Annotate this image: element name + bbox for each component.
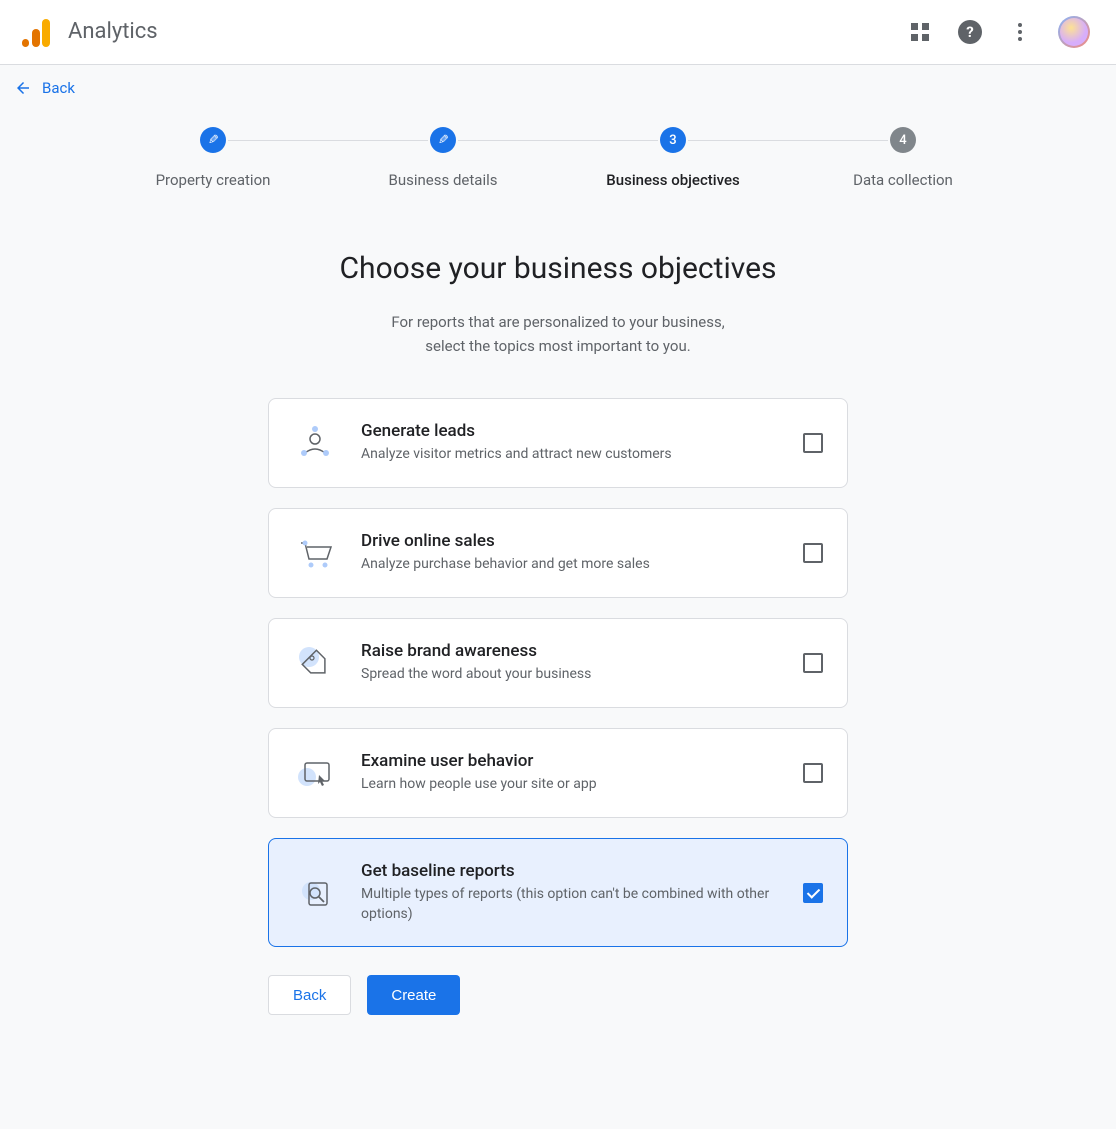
objective-card-drive-online-sales[interactable]: Drive online sales Analyze purchase beha… [268,508,848,598]
checkbox[interactable] [803,883,823,903]
checkbox[interactable] [803,543,823,563]
checkbox[interactable] [803,433,823,453]
step-property-creation[interactable]: Property creation [98,127,328,189]
topbar-actions: ? [908,16,1090,48]
help-icon[interactable]: ? [958,20,982,44]
card-title: Examine user behavior [361,751,779,771]
reports-search-icon [293,871,337,915]
page-subtitle: For reports that are personalized to you… [238,310,878,358]
action-buttons: Back Create [268,975,848,1055]
card-desc: Analyze visitor metrics and attract new … [361,445,779,465]
step-business-details[interactable]: Business details [328,127,558,189]
app-title: Analytics [68,19,158,44]
step-label: Business details [389,171,498,189]
back-link-label: Back [42,79,75,97]
step-business-objectives[interactable]: 3 Business objectives [558,127,788,189]
card-desc: Multiple types of reports (this option c… [361,885,779,924]
objective-card-raise-brand-awareness[interactable]: Raise brand awareness Spread the word ab… [268,618,848,708]
back-button[interactable]: Back [268,975,351,1015]
card-title: Drive online sales [361,531,779,551]
objective-card-baseline-reports[interactable]: Get baseline reports Multiple types of r… [268,838,848,947]
checkbox[interactable] [803,763,823,783]
objective-cards: Generate leads Analyze visitor metrics a… [268,398,848,947]
apps-icon[interactable] [908,20,932,44]
step-label: Business objectives [606,171,739,189]
top-bar: Analytics ? [0,0,1116,64]
card-desc: Analyze purchase behavior and get more s… [361,555,779,575]
stepper: Property creation Business details 3 Bus… [0,127,1116,189]
cart-icon [293,531,337,575]
page-heading: Choose your business objectives [238,251,878,286]
checkbox[interactable] [803,653,823,673]
create-button[interactable]: Create [367,975,460,1015]
main-content: Choose your business objectives For repo… [238,251,878,358]
card-title: Raise brand awareness [361,641,779,661]
step-data-collection: 4 Data collection [788,127,1018,189]
card-title: Generate leads [361,421,779,441]
analytics-logo-icon [18,17,48,47]
arrow-left-icon [14,79,32,97]
card-title: Get baseline reports [361,861,779,881]
leads-icon [293,421,337,465]
step-label: Data collection [853,171,953,189]
step-number: 3 [660,127,686,153]
step-number: 4 [890,127,916,153]
logo-wrap: Analytics [18,17,158,47]
pencil-icon [430,127,456,153]
cursor-screen-icon [293,751,337,795]
pencil-icon [200,127,226,153]
objective-card-examine-user-behavior[interactable]: Examine user behavior Learn how people u… [268,728,848,818]
card-desc: Spread the word about your business [361,665,779,685]
account-avatar[interactable] [1058,16,1090,48]
objective-card-generate-leads[interactable]: Generate leads Analyze visitor metrics a… [268,398,848,488]
card-desc: Learn how people use your site or app [361,775,779,795]
back-link[interactable]: Back [0,65,89,111]
more-vert-icon[interactable] [1008,20,1032,44]
page-body: Back Property creation Business details … [0,64,1116,1129]
step-label: Property creation [156,171,271,189]
tag-icon [293,641,337,685]
